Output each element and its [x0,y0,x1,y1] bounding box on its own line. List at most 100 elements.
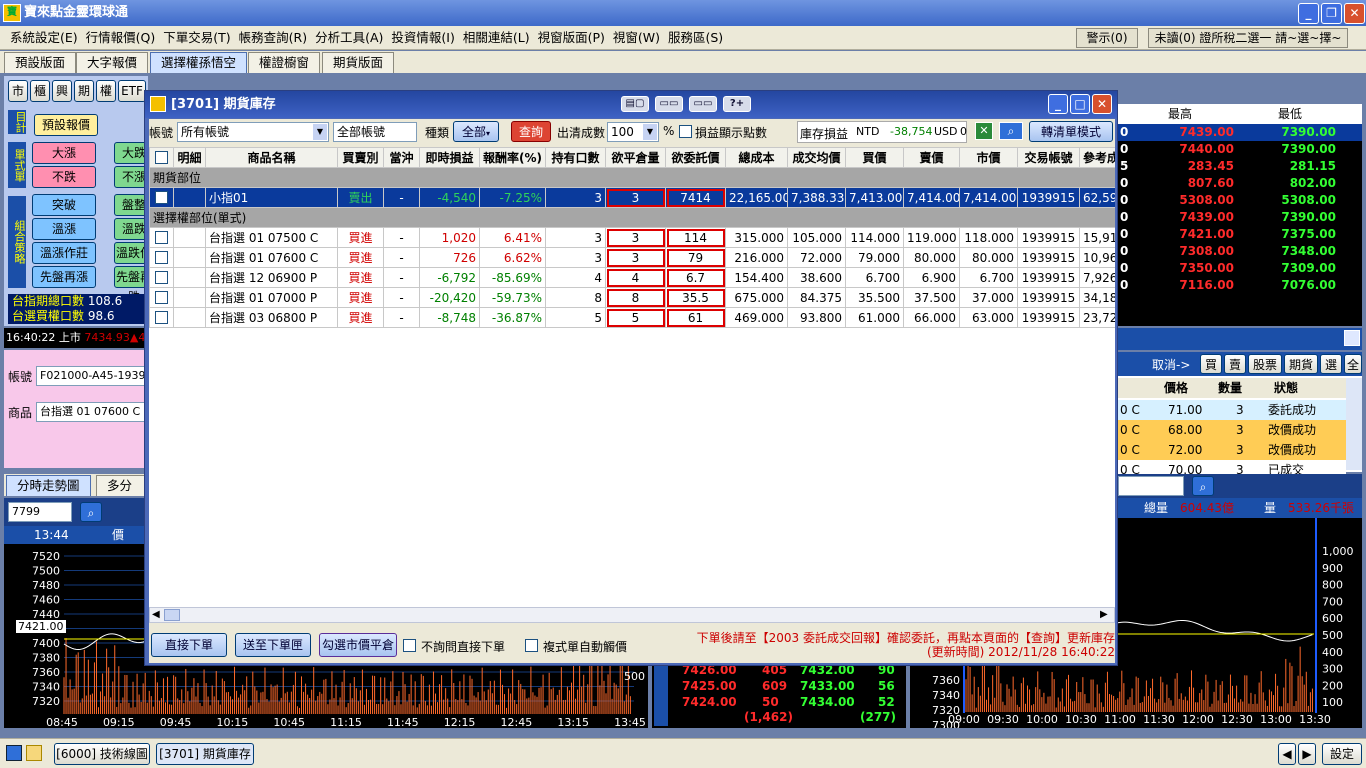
filter-stock-button[interactable]: 股票 [1248,354,1282,374]
strategy-mildup-button[interactable]: 溫漲 [32,218,96,240]
menu-window[interactable]: 視窗(W) [609,26,664,50]
col-header[interactable]: 買價 [845,147,904,168]
market-otc-button[interactable]: 櫃 [30,80,50,102]
market-options-button[interactable]: 權 [96,80,116,102]
exit-ratio-select[interactable]: 100 ▼ [607,122,659,142]
order-price-cell[interactable]: 6.7 [665,267,726,288]
filter-all-button[interactable]: 全部 [1344,354,1362,374]
order-price-cell[interactable]: 61 [665,307,726,328]
strategy-mildup-mm-button[interactable]: 溫漲作莊 [32,242,96,264]
row-checkbox[interactable] [155,191,168,204]
col-header[interactable]: 報酬率(%) [479,147,546,168]
strategy-rangeup-button[interactable]: 先盤再漲 [32,266,96,288]
close-icon[interactable]: ✕ [1344,3,1365,24]
tab-warrants[interactable]: 權證櫥窗 [248,52,321,73]
order-row[interactable]: 0 C 71.00 3 委託成功 [1118,400,1346,420]
close-qty-cell[interactable]: 3 [605,247,666,268]
col-header[interactable]: 當沖 [383,147,420,168]
menu-info[interactable]: 投資情報(I) [387,26,458,50]
order-row[interactable]: 0 C 72.00 3 改價成功 [1118,440,1346,460]
row-checkbox[interactable] [155,311,168,324]
tab-multi-intraday[interactable]: 多分時走 [96,475,148,513]
menu-layout[interactable]: 視窗版面(P) [534,26,609,50]
col-header[interactable]: 持有口數 [545,147,606,168]
show-points-checkbox[interactable] [679,125,692,138]
market-emerging-button[interactable]: 興 [52,80,72,102]
send-to-tray-button[interactable]: 送至下單匣 [235,633,311,657]
settings-button[interactable]: 設定 [1322,743,1362,765]
menu-system[interactable]: 系統設定(E) [6,26,82,50]
product-field[interactable]: 台指選 01 07600 C [36,402,148,422]
tab-options[interactable]: 選擇權孫悟空 [150,52,248,73]
menu-service[interactable]: 服務區(S) [664,26,727,50]
col-header[interactable]: 明細 [173,147,206,168]
direct-order-button[interactable]: 直接下單 [151,633,227,657]
minimize-icon[interactable]: _ [1298,3,1319,24]
col-header[interactable]: 賣價 [903,147,960,168]
unread-button[interactable]: 未讀(0) 證所稅二選一 請~選~擇~ [1148,28,1348,48]
col-header[interactable]: 總成本 [725,147,788,168]
quote-row[interactable]: 0 7308.00 7348.00 [1118,243,1362,260]
scroll-left-icon[interactable]: ◀ [152,609,160,620]
position-row[interactable]: 台指選 01 07000 P 買進 - -20,420 -59.73% 8 8 35.5 675… [149,287,1115,308]
quote-row[interactable]: 5 283.45 281.15 [1118,158,1362,175]
strategy-nodown-button[interactable]: 不跌 [32,166,96,188]
excel-export-icon[interactable]: ✕ [975,122,993,140]
detail-cell[interactable] [173,227,206,248]
account-filter-select[interactable]: 所有帳號 ▼ [177,122,329,142]
quote-row[interactable]: 0 7440.00 7390.00 [1118,141,1362,158]
menu-links[interactable]: 相關連結(L) [459,26,534,50]
cascade-icon[interactable] [6,745,22,761]
col-header[interactable]: 買賣別 [337,147,384,168]
row-checkbox[interactable] [155,291,168,304]
row-checkbox[interactable] [155,251,168,264]
scroll-thumb[interactable] [164,609,180,621]
close-qty-cell[interactable]: 3 [605,187,666,208]
dialog-close-icon[interactable]: ✕ [1092,94,1112,114]
layout-icon[interactable]: ▤▢ [621,96,649,112]
dialog-maximize-icon[interactable]: □ [1070,94,1090,114]
close-qty-cell[interactable]: 8 [605,287,666,308]
right-symbol-select[interactable] [1118,476,1184,496]
detail-cell[interactable] [173,247,206,268]
detail-cell[interactable] [173,267,206,288]
search-icon[interactable]: ⌕ [999,122,1023,140]
filter-sell-button[interactable]: 賣 [1224,354,1246,374]
chart-search-icon[interactable]: ⌕ [80,502,102,522]
preset-quote-button[interactable]: 預設報價 [34,114,98,136]
position-row[interactable]: 台指選 03 06800 P 買進 - -8,748 -36.87% 5 5 61 469.00… [149,307,1115,328]
col-header[interactable]: 商品名稱 [205,147,338,168]
menu-account[interactable]: 帳務查詢(R) [235,26,311,50]
row-checkbox[interactable] [155,231,168,244]
no-confirm-checkbox[interactable] [403,639,416,652]
alert-button[interactable]: 警示(0) [1076,28,1138,48]
task-chart-window[interactable]: [6000] 技術線圖 [54,743,150,765]
col-header[interactable]: 成交均價 [787,147,846,168]
detail-cell[interactable] [173,287,206,308]
horizontal-scrollbar[interactable]: ◀ ▶ [149,607,1115,623]
filter-buy-button[interactable]: 買 [1200,354,1222,374]
quote-row[interactable]: 0 7439.00 7390.00 [1118,209,1362,226]
position-row[interactable]: 台指選 12 06900 P 買進 - -6,792 -85.69% 4 4 6.7 154.4… [149,267,1115,288]
select-all-checkbox[interactable] [155,151,168,164]
market-tse-button[interactable]: 市 [8,80,28,102]
col-header[interactable]: 參考成本 [1079,147,1115,168]
close-qty-cell[interactable]: 4 [605,267,666,288]
query-button[interactable]: 查詢 [511,121,551,142]
quote-row[interactable]: 0 807.60 802.00 [1118,175,1362,192]
market-etf-button[interactable]: ETF [118,80,146,102]
account-all-field[interactable]: 全部帳號 [333,122,417,142]
market-futures-button[interactable]: 期 [74,80,94,102]
order-price-cell[interactable]: 114 [665,227,726,248]
order-row[interactable]: 0 C 68.00 3 改價成功 [1118,420,1346,440]
order-price-cell[interactable]: 35.5 [665,287,726,308]
type-dropdown[interactable]: 全部▾ [453,121,499,142]
strategy-bigup-button[interactable]: 大漲 [32,142,96,164]
menu-quotes[interactable]: 行情報價(Q) [82,26,160,50]
link-icon[interactable]: ▭▭ [689,96,717,112]
detail-cell[interactable] [173,187,206,208]
split-icon[interactable]: ▭▭ [655,96,683,112]
strategy-breakout-button[interactable]: 突破 [32,194,96,216]
detail-cell[interactable] [173,307,206,328]
tab-default[interactable]: 預設版面 [4,52,77,73]
